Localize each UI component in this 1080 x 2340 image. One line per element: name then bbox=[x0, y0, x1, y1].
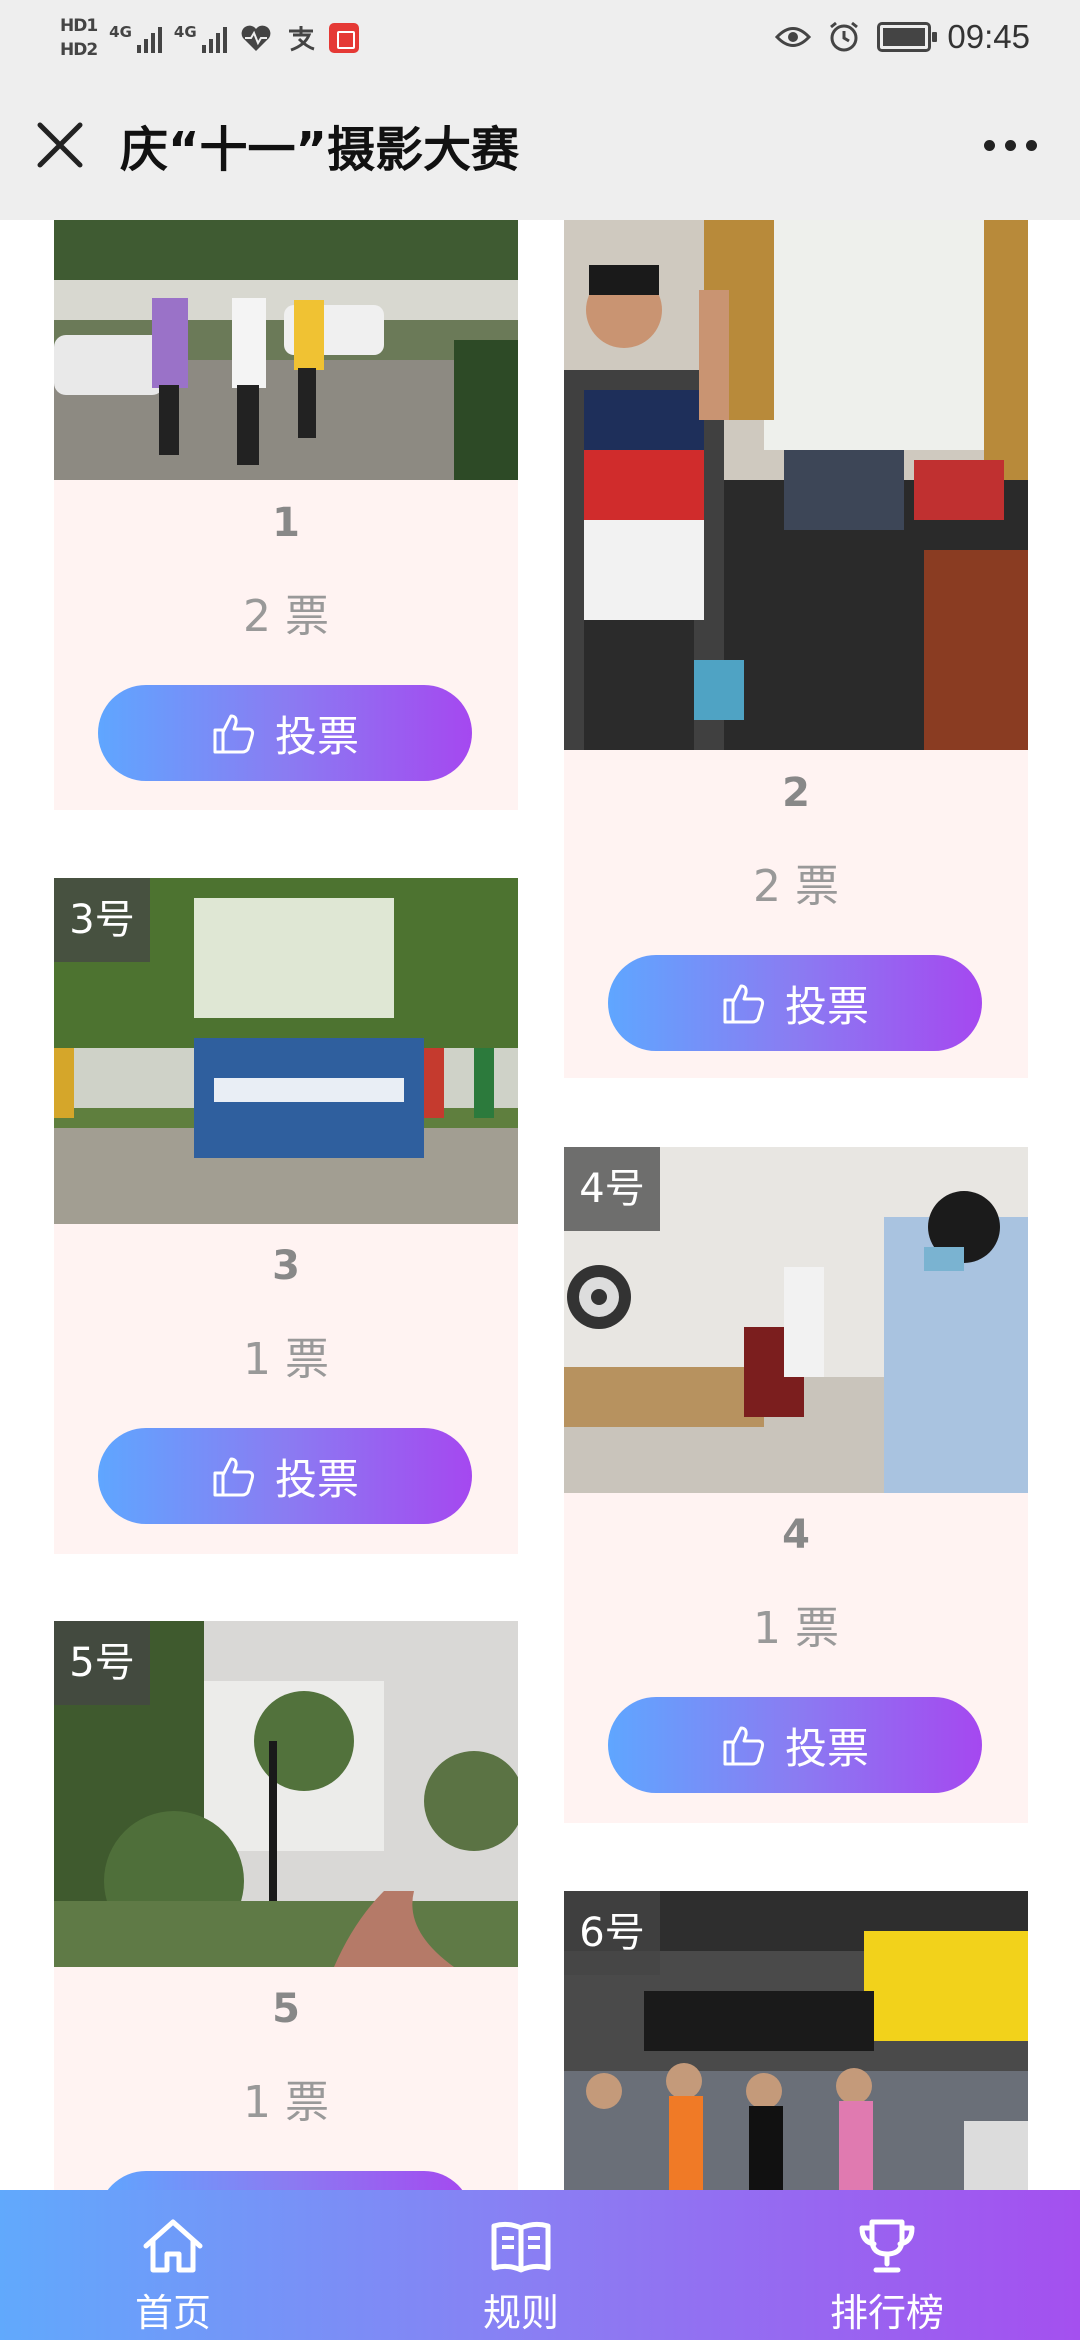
battery-icon bbox=[877, 22, 938, 52]
signal1-tag: 4G bbox=[109, 23, 132, 41]
entry-photo-1[interactable] bbox=[54, 220, 518, 480]
thumbs-up-icon bbox=[213, 1457, 255, 1497]
home-icon bbox=[143, 2219, 203, 2273]
entry-title: 3 bbox=[272, 1243, 300, 1289]
entry-photo-3[interactable]: 3号 bbox=[54, 878, 518, 1224]
entry-title: 4 bbox=[782, 1512, 810, 1558]
red-book-icon bbox=[328, 23, 359, 53]
vote-button[interactable]: 投票 bbox=[608, 955, 982, 1051]
heart-rate-icon bbox=[241, 25, 271, 51]
close-icon bbox=[37, 122, 83, 168]
tab-leaderboard-label: 排行榜 bbox=[829, 2291, 944, 2335]
entry-number-badge: 5号 bbox=[54, 1621, 150, 1705]
entry-votes: 1 票 bbox=[243, 1334, 329, 1385]
entry-number-badge: 6号 bbox=[564, 1891, 660, 1975]
vote-label: 投票 bbox=[784, 981, 869, 1031]
eye-icon bbox=[775, 27, 812, 47]
hd1-label: HD1 bbox=[60, 16, 98, 36]
entry-votes: 1 票 bbox=[243, 2077, 329, 2128]
thumbs-up-icon bbox=[723, 984, 765, 1024]
entry-title: 5 bbox=[272, 1986, 300, 2032]
entry-votes: 2 票 bbox=[243, 591, 329, 642]
thumbs-up-icon bbox=[213, 714, 255, 754]
status-bar: HD1 HD2 4G 4G 09:45 bbox=[0, 0, 1080, 75]
vote-button[interactable]: 投票 bbox=[98, 1428, 472, 1524]
entry-title: 1 bbox=[272, 500, 300, 546]
book-icon bbox=[491, 2221, 551, 2273]
tab-home-label: 首页 bbox=[134, 2291, 211, 2335]
entry-number-badge: 4号 bbox=[564, 1147, 660, 1231]
entry-card-3: 3号 3 1 票 投票 bbox=[54, 878, 518, 1554]
trophy-icon bbox=[859, 2219, 915, 2273]
tab-rules-label: 规则 bbox=[482, 2291, 559, 2335]
signal-icon: 4G bbox=[109, 23, 162, 53]
entry-photo-6[interactable]: 6号 bbox=[564, 1891, 1028, 2237]
page-title: 庆“十一”摄影大赛 bbox=[120, 122, 520, 178]
hd-icon: HD1 HD2 bbox=[60, 15, 98, 61]
tab-rules[interactable]: 规则 bbox=[421, 2190, 621, 2340]
entry-photo-5[interactable]: 5号 bbox=[54, 1621, 518, 1967]
signal2-tag: 4G bbox=[173, 23, 197, 41]
status-left: HD1 HD2 4G 4G bbox=[60, 8, 359, 68]
alipay-icon bbox=[288, 26, 315, 52]
entry-card-1: 1 2 票 投票 bbox=[54, 220, 518, 810]
vote-label: 投票 bbox=[274, 711, 359, 761]
tab-leaderboard[interactable]: 排行榜 bbox=[787, 2190, 987, 2340]
tab-home[interactable]: 首页 bbox=[73, 2190, 273, 2340]
entry-card-2: 2 2 票 投票 bbox=[564, 220, 1028, 1078]
entry-votes: 1 票 bbox=[753, 1603, 839, 1654]
entry-title: 2 bbox=[782, 770, 810, 816]
signal-icon: 4G bbox=[174, 23, 227, 53]
entry-card-4: 4号 4 1 票 投票 bbox=[564, 1147, 1028, 1823]
vote-label: 投票 bbox=[784, 1723, 869, 1773]
close-button[interactable] bbox=[30, 115, 90, 175]
thumbs-up-icon bbox=[723, 1726, 765, 1766]
entry-photo-2[interactable] bbox=[564, 220, 1028, 750]
entry-number-badge: 3号 bbox=[54, 878, 150, 962]
alarm-icon bbox=[830, 21, 859, 52]
more-button[interactable] bbox=[970, 120, 1050, 170]
hd2-label: HD2 bbox=[60, 40, 98, 60]
clock: 09:45 bbox=[947, 18, 1030, 55]
vote-button[interactable]: 投票 bbox=[98, 685, 472, 781]
title-bar: 庆“十一”摄影大赛 bbox=[0, 75, 1080, 220]
vote-button[interactable]: 投票 bbox=[608, 1697, 982, 1793]
entry-photo-4[interactable]: 4号 bbox=[564, 1147, 1028, 1493]
bottom-tab-bar: 首页 规则 排行榜 bbox=[0, 2190, 1080, 2340]
entry-votes: 2 票 bbox=[753, 861, 839, 912]
vote-label: 投票 bbox=[274, 1454, 359, 1504]
status-right: 09:45 bbox=[775, 12, 1030, 62]
more-icon bbox=[983, 139, 995, 151]
